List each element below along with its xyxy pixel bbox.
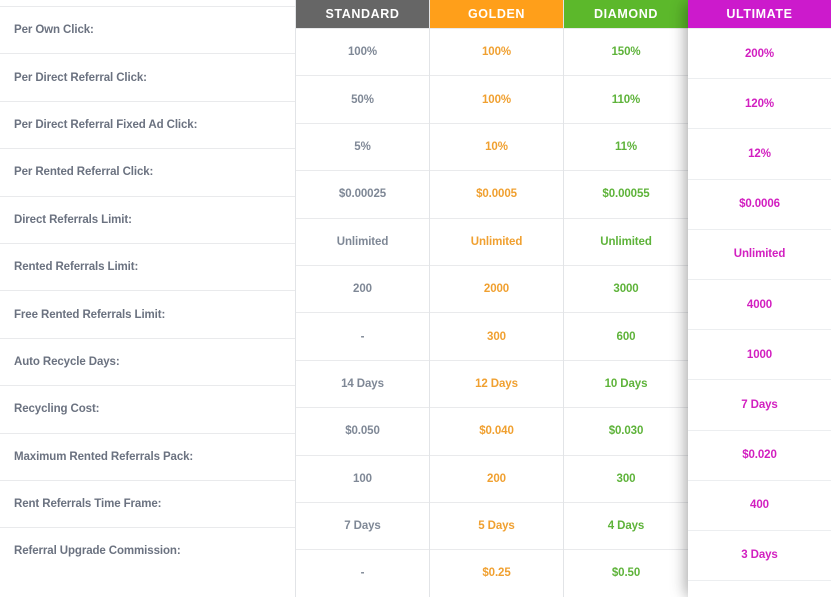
feature-label-cells: Per Own Click: Per Direct Referral Click:…	[0, 6, 295, 575]
plan-value-cell: $0.00055	[564, 170, 688, 217]
plan-value-cell: $0.0006	[688, 178, 831, 229]
feature-label-cell: Maximum Rented Referrals Pack:	[0, 432, 295, 480]
plan-value-cell: $1.00	[688, 580, 831, 597]
plan-header-diamond[interactable]: DIAMOND	[564, 0, 688, 28]
plan-value-cell: 11%	[564, 122, 688, 170]
plan-value-cell: 110%	[564, 75, 688, 122]
plan-value-cell: 200%	[688, 28, 831, 78]
plan-value-cell: 12 Days	[430, 359, 563, 407]
plan-column-diamond[interactable]: DIAMOND 150% 110% 11% $0.00055 Unlimited 3000 6…	[563, 0, 688, 597]
plan-value-cell: -	[296, 549, 429, 596]
plan-value-cell: 10 Days	[564, 359, 688, 407]
plan-value-cell: Unlimited	[688, 228, 831, 279]
plan-value-cell: -	[296, 312, 429, 359]
plan-value-cell: 5%	[296, 122, 429, 170]
plan-value-cell: $0.25	[430, 549, 563, 596]
feature-label-cell: Referral Upgrade Commission:	[0, 527, 295, 574]
plan-column-ultimate[interactable]: ULTIMATE 200% 120% 12% $0.0006 Unlimited 4000 1…	[688, 0, 831, 597]
plan-value-cell: $0.040	[430, 407, 563, 454]
plan-value-cell: 7 Days	[296, 501, 429, 549]
plan-value-cell: 400	[688, 479, 831, 530]
feature-label-cell: Free Rented Referrals Limit:	[0, 290, 295, 337]
plan-value-cell: 100%	[296, 28, 429, 75]
plan-header-standard[interactable]: STANDARD	[296, 0, 429, 28]
plan-value-cell: $0.050	[296, 407, 429, 454]
plan-value-cell: 12%	[688, 128, 831, 178]
plan-value-cell: 200	[430, 454, 563, 502]
plan-value-cell: Unlimited	[430, 217, 563, 265]
plan-value-cell: $0.00025	[296, 170, 429, 217]
plan-header-ultimate[interactable]: ULTIMATE	[688, 0, 831, 28]
plan-value-cell: 1000	[688, 329, 831, 379]
plan-value-cell: 300	[564, 454, 688, 502]
plan-value-cell: 5 Days	[430, 501, 563, 549]
feature-label-cell: Per Direct Referral Fixed Ad Click:	[0, 100, 295, 148]
plan-column-standard[interactable]: STANDARD 100% 50% 5% $0.00025 Unlimited 200-14…	[295, 0, 429, 597]
plan-value-cell: 600	[564, 312, 688, 359]
plan-value-cell: 4 Days	[564, 501, 688, 549]
plan-value-cell: Unlimited	[296, 217, 429, 265]
plan-value-cell: 2000	[430, 264, 563, 312]
plan-value-cell: 14 Days	[296, 359, 429, 407]
plan-value-cell: $0.030	[564, 407, 688, 454]
feature-label-cell: Direct Referrals Limit:	[0, 195, 295, 243]
feature-label-cell: Per Own Click:	[0, 6, 295, 53]
feature-label-cell: Per Direct Referral Click:	[0, 53, 295, 100]
plan-value-cell: 120%	[688, 78, 831, 128]
plan-value-cell: 300	[430, 312, 563, 359]
plan-value-cell: 100	[296, 454, 429, 502]
plan-value-cell: 7 Days	[688, 379, 831, 429]
plan-value-cell: 150%	[564, 28, 688, 75]
plan-header-golden[interactable]: GOLDEN	[430, 0, 563, 28]
plan-value-cell: 3 Days	[688, 529, 831, 580]
plan-value-cell: 4000	[688, 278, 831, 329]
feature-label-cell: Per Rented Referral Click:	[0, 148, 295, 195]
membership-comparison-table: Per Own Click: Per Direct Referral Click:…	[0, 0, 831, 597]
feature-label-cell: Rent Referrals Time Frame:	[0, 479, 295, 527]
feature-label-cell: Rented Referrals Limit:	[0, 242, 295, 290]
plan-value-cell: Unlimited	[564, 217, 688, 265]
feature-label-cell: Auto Recycle Days:	[0, 337, 295, 385]
plan-value-cell: $0.020	[688, 429, 831, 480]
plan-value-cell: 50%	[296, 75, 429, 122]
feature-label-column: Per Own Click: Per Direct Referral Click:…	[0, 0, 295, 597]
plan-column-golden[interactable]: GOLDEN 100% 100% 10% $0.0005 Unlimited 2000 300…	[429, 0, 563, 597]
plan-value-cell: 3000	[564, 264, 688, 312]
plan-value-cell: 10%	[430, 122, 563, 170]
plan-value-cell: 100%	[430, 28, 563, 75]
plan-value-cell: $0.50	[564, 549, 688, 596]
plan-value-cell: $0.0005	[430, 170, 563, 217]
feature-label-cell: Recycling Cost:	[0, 385, 295, 432]
plan-value-cell: 100%	[430, 75, 563, 122]
plan-value-cell: 200	[296, 264, 429, 312]
